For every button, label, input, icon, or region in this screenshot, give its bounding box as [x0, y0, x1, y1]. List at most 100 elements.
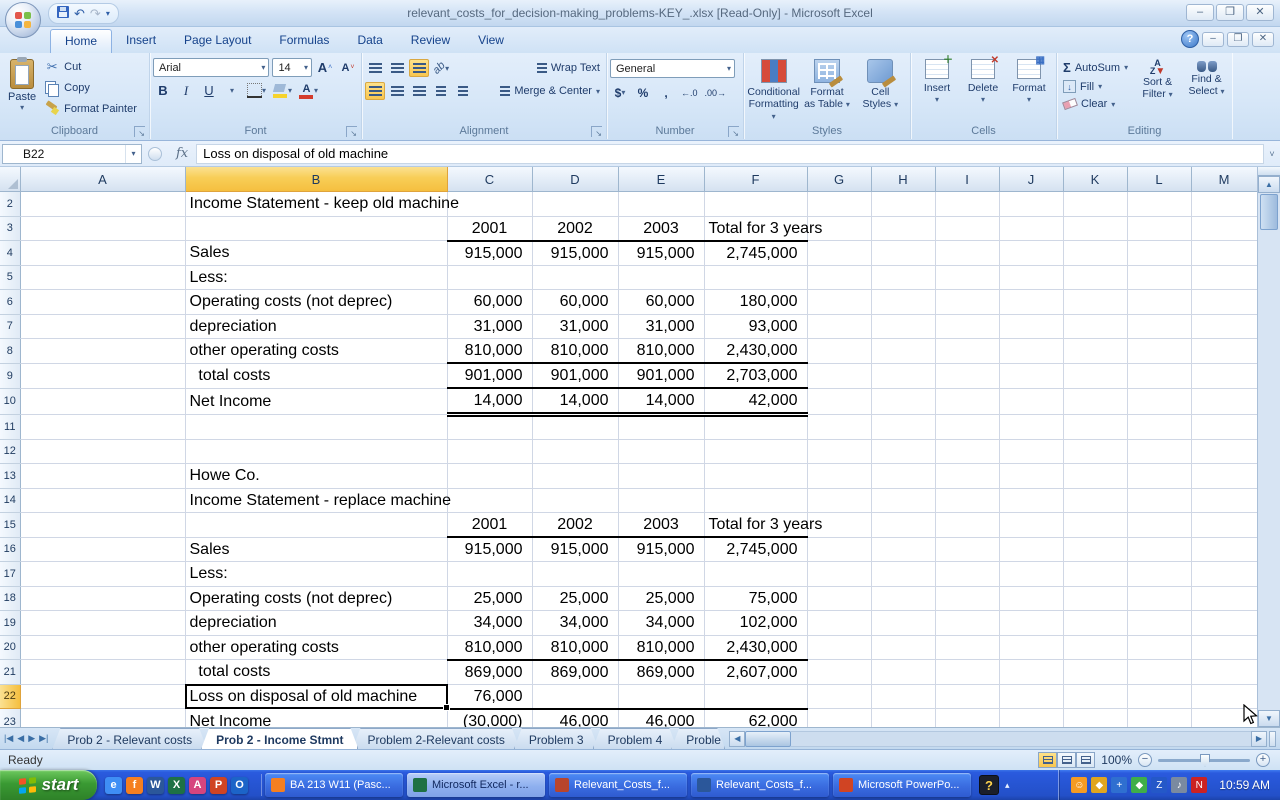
cell-G17[interactable] — [807, 562, 871, 587]
row-header-15[interactable]: 15 — [0, 513, 20, 538]
cell-E14[interactable] — [618, 488, 704, 513]
cell-F13[interactable] — [704, 464, 807, 489]
cell-E10[interactable]: 14,000 — [618, 388, 704, 415]
cell-J3[interactable] — [999, 216, 1063, 241]
column-header-D[interactable]: D — [532, 167, 618, 192]
cell-A7[interactable] — [20, 314, 185, 339]
ribbon-tab-home[interactable]: Home — [50, 29, 112, 53]
cell-L17[interactable] — [1127, 562, 1191, 587]
cell-E13[interactable] — [618, 464, 704, 489]
cell-F4[interactable]: 2,745,000 — [704, 241, 807, 266]
cell-G2[interactable] — [807, 192, 871, 217]
cell-B14[interactable]: Income Statement - replace machine — [185, 488, 447, 513]
cell-H21[interactable] — [871, 660, 935, 685]
cell-I11[interactable] — [935, 415, 999, 440]
cell-G16[interactable] — [807, 537, 871, 562]
cell-K6[interactable] — [1063, 290, 1127, 315]
cell-K19[interactable] — [1063, 611, 1127, 636]
cell-M8[interactable] — [1191, 339, 1257, 364]
format-cells-button[interactable]: ▦ Format▾ — [1006, 56, 1052, 124]
cell-J21[interactable] — [999, 660, 1063, 685]
decrease-decimal-button[interactable]: .00→ — [703, 83, 729, 102]
cell-F23[interactable]: 62,000 — [704, 709, 807, 728]
quicklaunch-internet-explorer-icon[interactable]: e — [105, 777, 122, 794]
ribbon-tab-review[interactable]: Review — [397, 29, 464, 53]
cell-H3[interactable] — [871, 216, 935, 241]
cell-M9[interactable] — [1191, 363, 1257, 388]
cell-A10[interactable] — [20, 388, 185, 415]
bottom-align-button[interactable] — [409, 59, 429, 77]
row-header-2[interactable]: 2 — [0, 192, 20, 217]
taskbar-task-powerpoint[interactable]: Microsoft PowerPo... — [833, 773, 971, 797]
cell-K10[interactable] — [1063, 388, 1127, 415]
cell-A4[interactable] — [20, 241, 185, 266]
normal-view-button[interactable] — [1038, 752, 1057, 768]
cell-I12[interactable] — [935, 439, 999, 464]
cell-C14[interactable] — [447, 488, 532, 513]
quicklaunch-powerpoint-icon[interactable]: P — [210, 777, 227, 794]
font-dialog-launcher[interactable]: ↘ — [346, 126, 357, 137]
cell-L11[interactable] — [1127, 415, 1191, 440]
vertical-scroll-thumb[interactable] — [1260, 194, 1278, 230]
cell-D12[interactable] — [532, 439, 618, 464]
taskbar-task-word[interactable]: Relevant_Costs_f... — [691, 773, 829, 797]
row-header-18[interactable]: 18 — [0, 586, 20, 611]
cell-H19[interactable] — [871, 611, 935, 636]
taskbar-task-firefox[interactable]: BA 213 W11 (Pasc... — [265, 773, 403, 797]
cell-I6[interactable] — [935, 290, 999, 315]
align-right-button[interactable] — [409, 82, 429, 100]
cell-L22[interactable] — [1127, 684, 1191, 709]
cell-K8[interactable] — [1063, 339, 1127, 364]
cell-C16[interactable]: 915,000 — [447, 537, 532, 562]
cell-M4[interactable] — [1191, 241, 1257, 266]
cell-B3[interactable] — [185, 216, 447, 241]
zoom-slider-thumb[interactable] — [1200, 754, 1210, 767]
row-header-11[interactable]: 11 — [0, 415, 20, 440]
cell-I19[interactable] — [935, 611, 999, 636]
cell-E20[interactable]: 810,000 — [618, 635, 704, 660]
cell-J17[interactable] — [999, 562, 1063, 587]
cell-K4[interactable] — [1063, 241, 1127, 266]
align-left-button[interactable] — [365, 82, 385, 100]
cell-G21[interactable] — [807, 660, 871, 685]
font-size-select[interactable]: 14▾ — [272, 58, 312, 77]
row-header-10[interactable]: 10 — [0, 388, 20, 415]
workbook-restore-button[interactable]: ❐ — [1227, 32, 1249, 47]
cell-L12[interactable] — [1127, 439, 1191, 464]
cell-A22[interactable] — [20, 684, 185, 709]
cell-M20[interactable] — [1191, 635, 1257, 660]
cell-C9[interactable]: 901,000 — [447, 363, 532, 388]
cell-B23[interactable]: Net Income — [185, 709, 447, 728]
cell-D8[interactable]: 810,000 — [532, 339, 618, 364]
cell-L4[interactable] — [1127, 241, 1191, 266]
cell-M19[interactable] — [1191, 611, 1257, 636]
cell-H6[interactable] — [871, 290, 935, 315]
cell-C7[interactable]: 31,000 — [447, 314, 532, 339]
cell-I10[interactable] — [935, 388, 999, 415]
cell-B22[interactable]: Loss on disposal of old machine — [185, 684, 447, 709]
cell-B10[interactable]: Net Income — [185, 388, 447, 415]
cell-G12[interactable] — [807, 439, 871, 464]
split-handle[interactable] — [1258, 167, 1280, 176]
cell-G9[interactable] — [807, 363, 871, 388]
cell-E19[interactable]: 34,000 — [618, 611, 704, 636]
cell-B15[interactable] — [185, 513, 447, 538]
quicklaunch-word-icon[interactable]: W — [147, 777, 164, 794]
quicklaunch-firefox-icon[interactable]: f — [126, 777, 143, 794]
cell-B7[interactable]: depreciation — [185, 314, 447, 339]
cell-K5[interactable] — [1063, 265, 1127, 290]
column-header-A[interactable]: A — [20, 167, 185, 192]
cell-J6[interactable] — [999, 290, 1063, 315]
cell-D23[interactable]: 46,000 — [532, 709, 618, 728]
cell-I18[interactable] — [935, 586, 999, 611]
cell-H17[interactable] — [871, 562, 935, 587]
scroll-up-icon[interactable]: ▲ — [1258, 176, 1280, 193]
column-header-H[interactable]: H — [871, 167, 935, 192]
expand-formula-bar-icon[interactable]: ˅ — [1264, 149, 1280, 159]
cell-K14[interactable] — [1063, 488, 1127, 513]
horizontal-scroll-track[interactable] — [791, 731, 1251, 747]
cell-H5[interactable] — [871, 265, 935, 290]
cell-M7[interactable] — [1191, 314, 1257, 339]
column-header-I[interactable]: I — [935, 167, 999, 192]
cell-L21[interactable] — [1127, 660, 1191, 685]
